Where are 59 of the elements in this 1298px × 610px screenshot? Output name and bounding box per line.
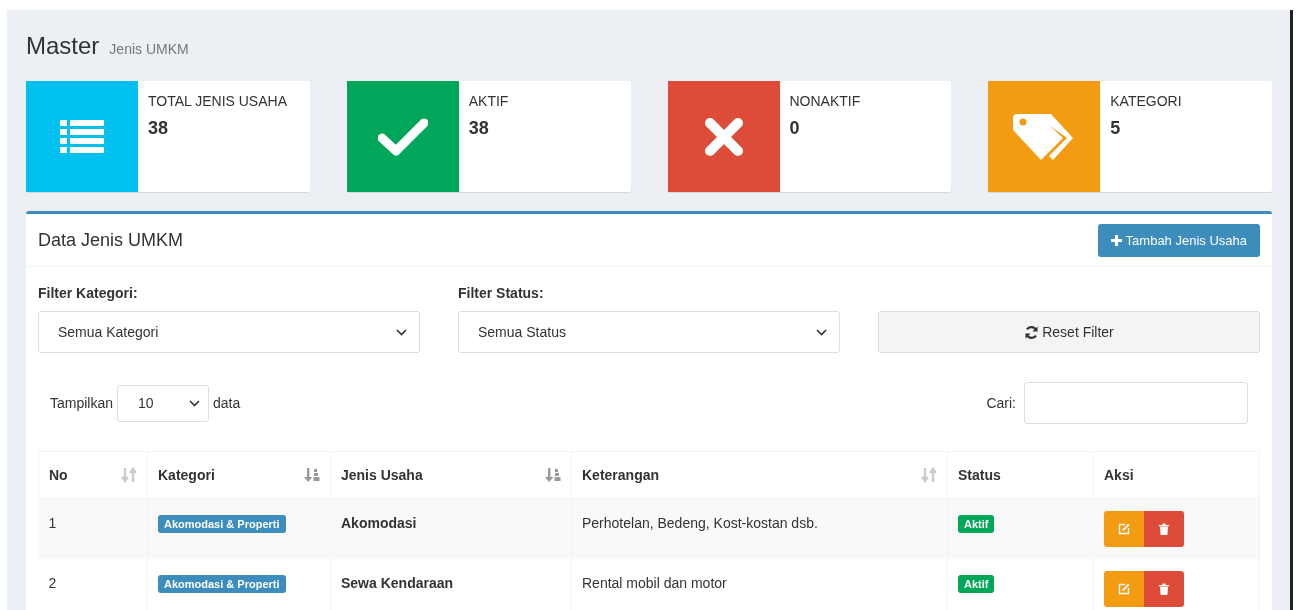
stat-value: 38 [148, 118, 170, 139]
chevron-icon [189, 399, 201, 407]
column-header[interactable]: Status [947, 451, 1094, 499]
close-icon [703, 116, 744, 157]
stat-value: 5 [1110, 118, 1122, 139]
category-tag: Akomodasi & Properti [158, 515, 286, 533]
sort-icon [921, 467, 937, 483]
column-header[interactable]: Jenis Usaha [330, 451, 572, 499]
edit-icon [1118, 582, 1130, 595]
length-suffix: data [213, 395, 241, 411]
stat-label: AKTIF [468, 93, 509, 109]
plus-icon [1110, 234, 1122, 246]
refresh-icon [1024, 324, 1040, 340]
table-cell: 1 [38, 498, 148, 559]
table-cell: Akomodasi [330, 498, 572, 559]
edit-button[interactable] [1104, 511, 1144, 547]
delete-button[interactable] [1144, 570, 1184, 607]
filter-label: Filter Kategori: [38, 285, 139, 302]
stat-label: KATEGORI [1110, 93, 1182, 109]
sort-icon [121, 467, 137, 483]
sort-icon [545, 467, 561, 483]
chevron-icon [396, 328, 407, 336]
stat-label: TOTAL JENIS USAHA [148, 93, 287, 109]
trash-icon [1159, 582, 1169, 595]
page-title: Master [26, 32, 100, 60]
table-cell: Perhotelan, Bedeng, Kost-kostan dsb. [571, 498, 948, 559]
card-title: Data Jenis UMKM [38, 229, 184, 251]
filter-select[interactable]: Semua Status [458, 311, 840, 353]
check-icon [377, 117, 428, 156]
search-field[interactable] [1024, 382, 1248, 424]
stat-value: 38 [468, 118, 490, 139]
page-length-select[interactable]: 10 [117, 384, 210, 422]
category-tag: Akomodasi & Properti [158, 574, 286, 593]
chevron-icon [816, 328, 827, 336]
length-label: Tampilkan [50, 395, 114, 411]
column-header[interactable]: Aksi [1093, 451, 1260, 499]
filter-label: Filter Status: [458, 285, 545, 302]
table-cell: 2 [38, 558, 148, 610]
status-tag: Aktif [958, 515, 995, 533]
reset-filter-button[interactable]: Reset Filter [878, 311, 1260, 353]
filter-select[interactable]: Semua Kategori [38, 311, 420, 353]
table-cell: Sewa Kendaraan [330, 558, 572, 610]
trash-icon [1159, 523, 1169, 535]
column-header[interactable]: No [38, 451, 148, 499]
edit-button[interactable] [1104, 570, 1144, 607]
column-header[interactable]: Keterangan [571, 451, 948, 499]
add-button[interactable]: Tambah Jenis Usaha [1097, 223, 1260, 257]
edit-icon [1118, 523, 1130, 535]
search-label: Cari: [986, 395, 1016, 411]
table-cell: Rental mobil dan motor [571, 558, 948, 610]
status-tag: Aktif [958, 574, 995, 593]
delete-button[interactable] [1144, 511, 1184, 547]
stat-label: NONAKTIF [789, 93, 861, 109]
sort-icon [304, 467, 320, 483]
stat-value: 0 [789, 118, 801, 139]
column-header[interactable]: Kategori [147, 451, 331, 499]
page-subtitle: Jenis UMKM [109, 41, 189, 57]
tags-icon [1013, 111, 1076, 162]
list-icon [60, 119, 104, 154]
